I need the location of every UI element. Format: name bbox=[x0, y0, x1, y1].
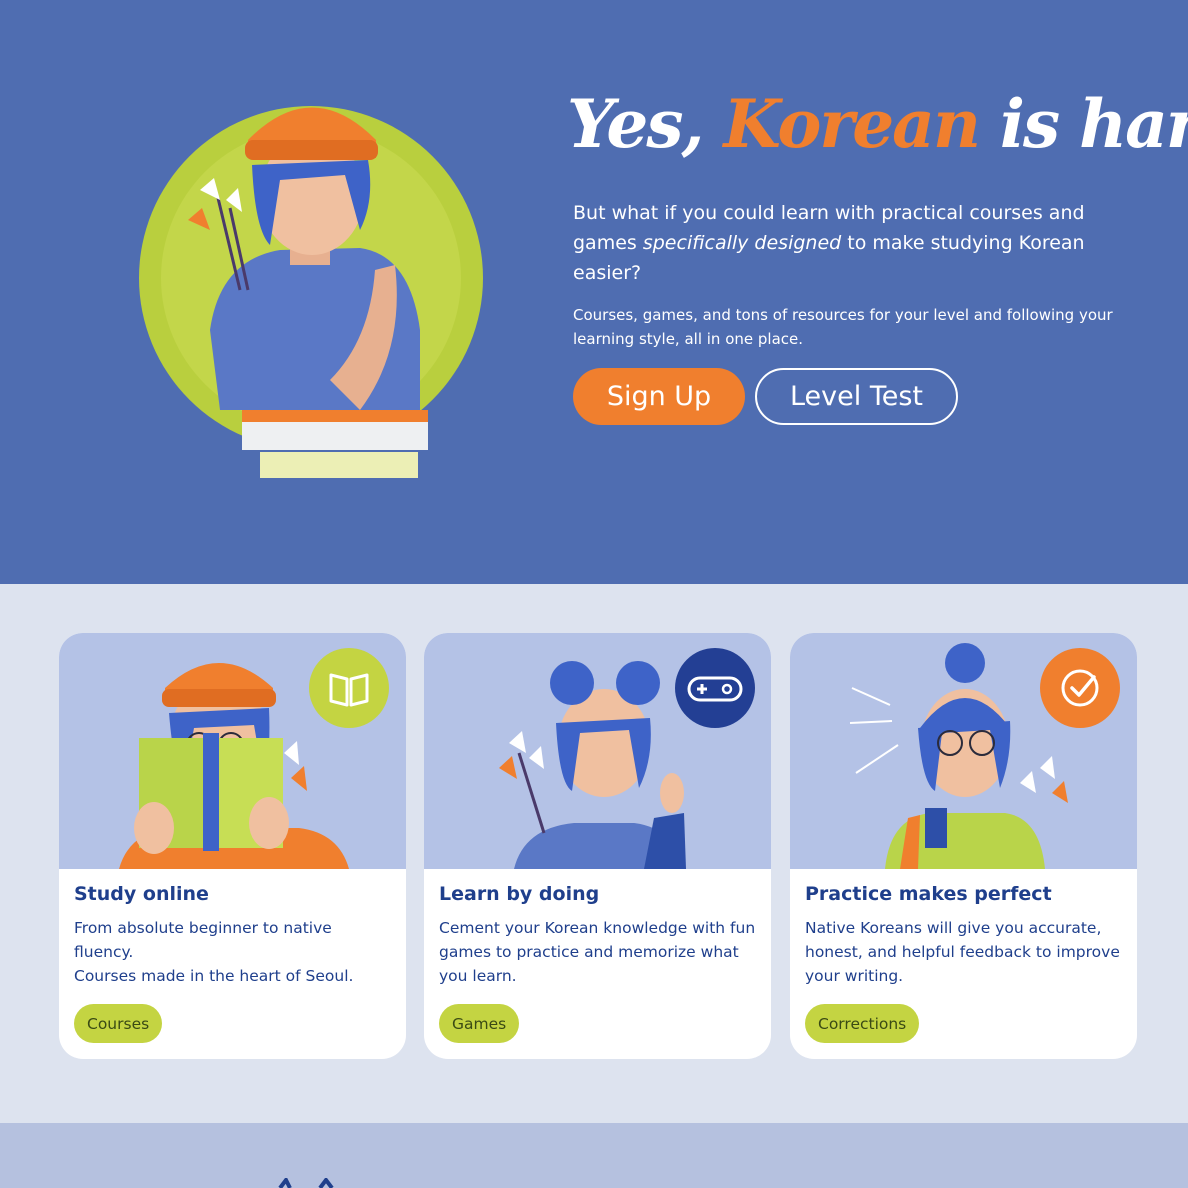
card-illustration-practice bbox=[790, 633, 1137, 869]
card-desc-line: Native Koreans will give you accurate, h… bbox=[805, 919, 1120, 985]
hero-title: Yes, Korean is hard bbox=[567, 74, 1188, 174]
hero-lead-text: But what if you could learn with practic… bbox=[573, 198, 1133, 288]
hero-lead-emphasis: specifically designed bbox=[642, 232, 842, 254]
courses-tag-button[interactable]: Courses bbox=[74, 1004, 163, 1043]
card-illustration-games bbox=[424, 633, 771, 869]
card-title: Learn by doing bbox=[439, 883, 600, 905]
sign-up-button[interactable]: Sign Up bbox=[573, 368, 745, 425]
card-description: Native Koreans will give you accurate, h… bbox=[805, 916, 1125, 988]
book-icon bbox=[309, 648, 389, 728]
games-tag-button[interactable]: Games bbox=[439, 1004, 520, 1043]
gamepad-icon bbox=[675, 648, 755, 728]
card-title: Study online bbox=[74, 883, 209, 905]
card-description: Cement your Korean knowledge with fun ga… bbox=[439, 916, 759, 988]
card-illustration-study bbox=[59, 633, 406, 869]
decorative-lettering bbox=[278, 1178, 334, 1188]
hero-illustration bbox=[139, 106, 483, 478]
feature-card-practice: Practice makes perfect Native Koreans wi… bbox=[790, 633, 1137, 1059]
hero-title-part2: is hard bbox=[999, 85, 1188, 163]
feature-card-study-online: Study online From absolute beginner to n… bbox=[59, 633, 406, 1059]
hero-title-accent: Korean bbox=[723, 85, 980, 163]
hero-title-part1: Yes, bbox=[567, 85, 724, 163]
bottom-section bbox=[0, 1123, 1188, 1188]
card-desc-line: From absolute beginner to native fluency… bbox=[74, 919, 332, 961]
card-desc-line: Courses made in the heart of Seoul. bbox=[74, 967, 354, 985]
card-desc-line: Cement your Korean knowledge with fun ga… bbox=[439, 919, 756, 985]
card-title: Practice makes perfect bbox=[805, 883, 1052, 905]
corrections-tag-button[interactable]: Corrections bbox=[805, 1004, 920, 1043]
hero-subtext: Courses, games, and tons of resources fo… bbox=[573, 306, 1113, 348]
card-description: From absolute beginner to native fluency… bbox=[74, 916, 394, 988]
hero-section: Yes, Korean is hard But what if you coul… bbox=[0, 0, 1188, 584]
level-test-button[interactable]: Level Test bbox=[755, 368, 958, 425]
check-circle-icon bbox=[1040, 648, 1120, 728]
feature-card-learn-by-doing: Learn by doing Cement your Korean knowle… bbox=[424, 633, 771, 1059]
